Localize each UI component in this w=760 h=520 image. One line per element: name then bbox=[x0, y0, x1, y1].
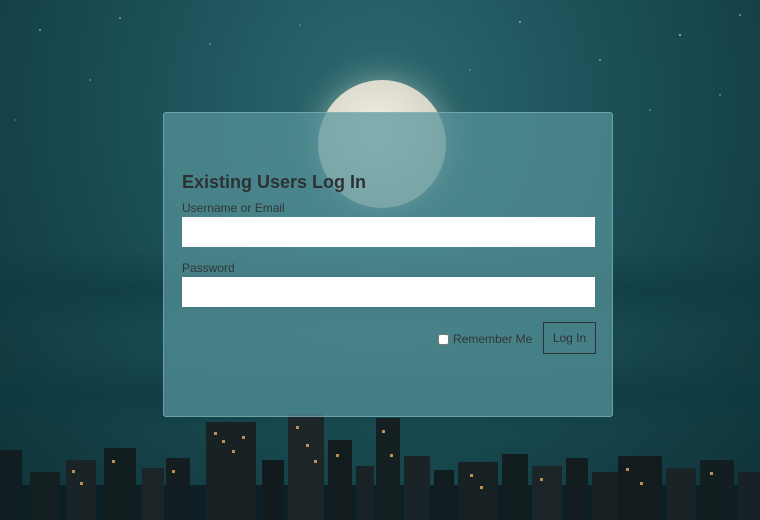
background-scene: Existing Users Log In Username or Email … bbox=[0, 0, 760, 520]
login-button[interactable]: Log In bbox=[543, 322, 596, 354]
login-title: Existing Users Log In bbox=[182, 172, 367, 192]
username-input[interactable] bbox=[182, 217, 595, 247]
remember-me-checkbox[interactable] bbox=[438, 333, 449, 345]
password-label: Password bbox=[182, 261, 235, 275]
username-label: Username or Email bbox=[182, 201, 285, 215]
remember-me-control[interactable]: Remember Me bbox=[438, 332, 532, 346]
city-skyline bbox=[0, 414, 760, 520]
remember-me-label: Remember Me bbox=[453, 332, 533, 346]
login-panel: Existing Users Log In Username or Email … bbox=[163, 112, 613, 417]
password-input[interactable] bbox=[182, 277, 595, 307]
